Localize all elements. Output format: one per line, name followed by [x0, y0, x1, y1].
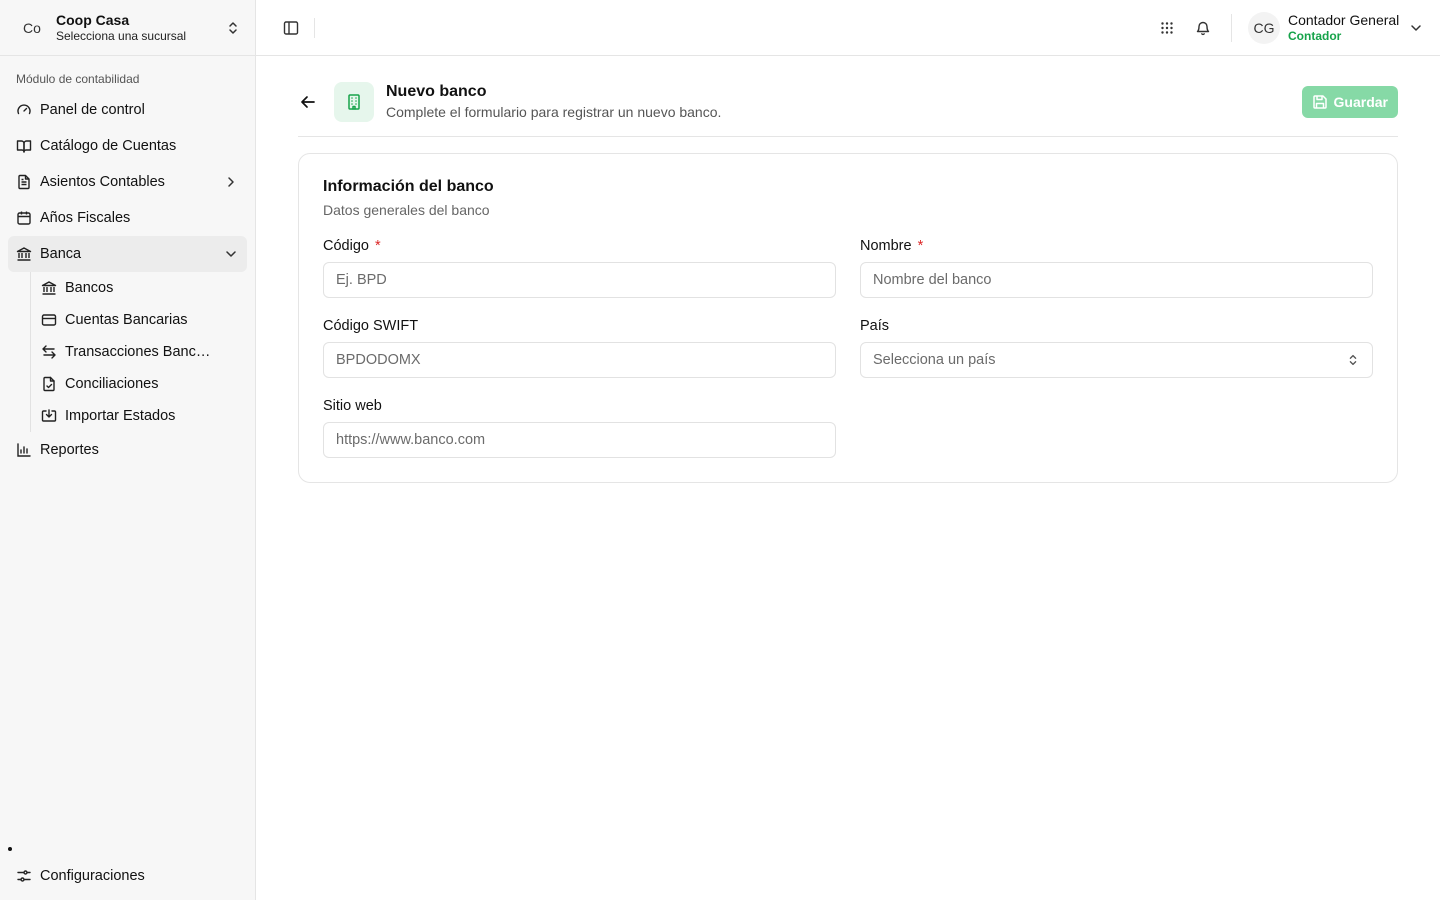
notifications-button[interactable] [1187, 12, 1219, 44]
sidebar-subitem-importar-estados[interactable]: Importar Estados [41, 400, 247, 432]
chevrons-up-down-icon [229, 21, 237, 34]
sidebar-item-asientos-contables[interactable]: Asientos Contables [8, 164, 247, 200]
avatar: CG [1248, 11, 1280, 44]
credit-card-icon [41, 314, 57, 326]
sidebar-item-panel-de-control[interactable]: Panel de control [8, 92, 247, 128]
landmark-icon [16, 247, 32, 261]
chevron-down-icon [226, 251, 236, 257]
calendar-icon [17, 211, 31, 225]
sidebar-item-label: Asientos Contables [40, 174, 165, 190]
pais-select[interactable]: Selecciona un país [860, 342, 1373, 378]
pais-select-placeholder: Selecciona un país [873, 352, 996, 368]
form-grid: Código * Nombre * Código SWIFT [323, 236, 1373, 458]
field-swift: Código SWIFT [323, 316, 836, 378]
grid-dots-icon [1161, 21, 1173, 34]
apps-button[interactable] [1151, 12, 1183, 44]
building-icon [348, 94, 360, 110]
sidebar-subitem-conciliaciones[interactable]: Conciliaciones [41, 368, 247, 400]
sidebar-subitem-label: Importar Estados [65, 408, 176, 424]
sliders-icon [17, 870, 31, 882]
sidebar-item-configuraciones[interactable]: Configuraciones [8, 858, 247, 894]
banca-subnav: Bancos Cuentas Bancarias Transacciones B… [30, 272, 247, 432]
sidebar-item-label: Panel de control [40, 102, 145, 118]
sidebar-nav: Panel de control Catálogo de Cuentas Asi… [0, 92, 255, 468]
org-switcher[interactable]: Co Coop Casa Selecciona una sucursal [0, 0, 255, 56]
back-button[interactable] [298, 92, 318, 112]
divider [314, 17, 315, 38]
divider [1231, 13, 1232, 42]
sidebar-item-label: Años Fiscales [40, 210, 131, 226]
swift-label: Código SWIFT [323, 318, 419, 334]
required-mark: * [374, 238, 381, 254]
codigo-input[interactable] [323, 262, 836, 298]
building-icon-badge [334, 82, 374, 122]
swift-input[interactable] [323, 342, 836, 378]
codigo-label: Código [323, 238, 369, 254]
save-button[interactable]: Guardar [1301, 86, 1398, 118]
web-label: Sitio web [323, 398, 382, 414]
panel-left-icon [283, 20, 299, 35]
sidebar: Co Coop Casa Selecciona una sucursal Mód… [0, 0, 256, 900]
sidebar-item-catalogo-de-cuentas[interactable]: Catálogo de Cuentas [8, 128, 247, 164]
user-menu[interactable]: CG Contador General Contador [1248, 11, 1424, 44]
field-pais: País Selecciona un país [860, 316, 1373, 378]
chevron-down-icon [1411, 24, 1421, 31]
sidebar-subitem-label: Cuentas Bancarias [65, 312, 188, 328]
book-open-icon [16, 140, 32, 153]
status-dot [8, 847, 12, 851]
save-button-label: Guardar [1333, 94, 1388, 110]
page-content: Nuevo banco Complete el formulario para … [256, 56, 1440, 483]
sidebar-section-label: Módulo de contabilidad [16, 72, 140, 86]
sidebar-item-label: Banca [40, 246, 82, 262]
gauge-icon [17, 104, 31, 115]
import-icon [41, 409, 57, 422]
chevron-right-icon [228, 177, 234, 187]
org-avatar: Co [23, 19, 41, 36]
page-header: Nuevo banco Complete el formulario para … [298, 82, 1398, 122]
bar-chart-icon [17, 443, 31, 457]
bell-icon [1196, 21, 1210, 35]
arrow-left-icon [301, 96, 315, 108]
topbar: CG Contador General Contador [256, 0, 1440, 56]
card-title: Información del banco [323, 178, 494, 195]
sidebar-subitem-label: Bancos [65, 280, 114, 296]
divider [298, 136, 1398, 137]
sidebar-item-label: Catálogo de Cuentas [40, 138, 177, 154]
bank-info-card: Información del banco Datos generales de… [298, 153, 1398, 483]
file-text-icon [18, 174, 30, 190]
field-web: Sitio web [323, 396, 836, 458]
org-subtitle: Selecciona una sucursal [56, 28, 187, 43]
required-mark: * [917, 238, 924, 254]
sidebar-toggle-button[interactable] [280, 17, 302, 39]
sidebar-subitem-label: Transacciones Bancarias [65, 344, 215, 360]
arrows-left-right-icon [42, 345, 56, 359]
user-name: Contador General [1288, 11, 1400, 28]
sidebar-item-label: Reportes [40, 442, 99, 458]
main-area: CG Contador General Contador Nuevo banco [256, 0, 1440, 900]
nombre-label: Nombre [860, 238, 912, 254]
org-name: Coop Casa [56, 11, 130, 28]
save-icon [1312, 95, 1327, 109]
sidebar-item-label: Configuraciones [40, 868, 145, 884]
user-role: Contador [1288, 28, 1342, 43]
page-title: Nuevo banco [386, 83, 487, 100]
sidebar-subitem-transacciones-bancarias[interactable]: Transacciones Bancarias [41, 336, 247, 368]
sidebar-subitem-bancos[interactable]: Bancos [41, 272, 247, 304]
field-codigo: Código * [323, 236, 836, 298]
card-subtitle: Datos generales del banco [323, 202, 490, 218]
file-check-icon [43, 376, 55, 392]
sidebar-item-banca[interactable]: Banca [8, 236, 247, 272]
page-subtitle: Complete el formulario para registrar un… [386, 104, 722, 120]
sidebar-subitem-label: Conciliaciones [65, 376, 159, 392]
sidebar-item-reportes[interactable]: Reportes [8, 432, 247, 468]
sidebar-subitem-cuentas-bancarias[interactable]: Cuentas Bancarias [41, 304, 247, 336]
sidebar-item-anos-fiscales[interactable]: Años Fiscales [8, 200, 247, 236]
pais-label: País [860, 318, 890, 334]
landmark-icon [41, 281, 57, 295]
chevrons-up-down-icon [1349, 354, 1357, 366]
field-nombre: Nombre * [860, 236, 1373, 298]
web-input[interactable] [323, 422, 836, 458]
nombre-input[interactable] [860, 262, 1373, 298]
